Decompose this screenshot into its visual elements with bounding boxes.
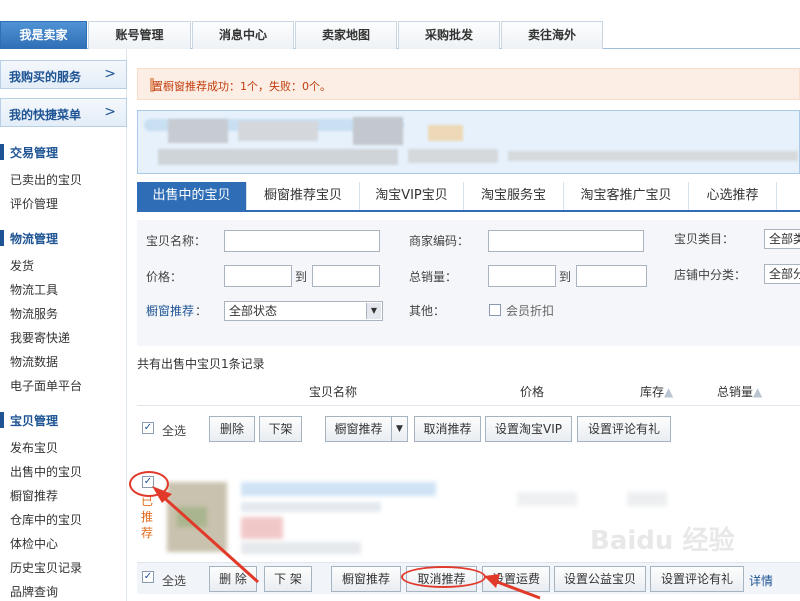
annotation-arrows [152, 486, 541, 600]
